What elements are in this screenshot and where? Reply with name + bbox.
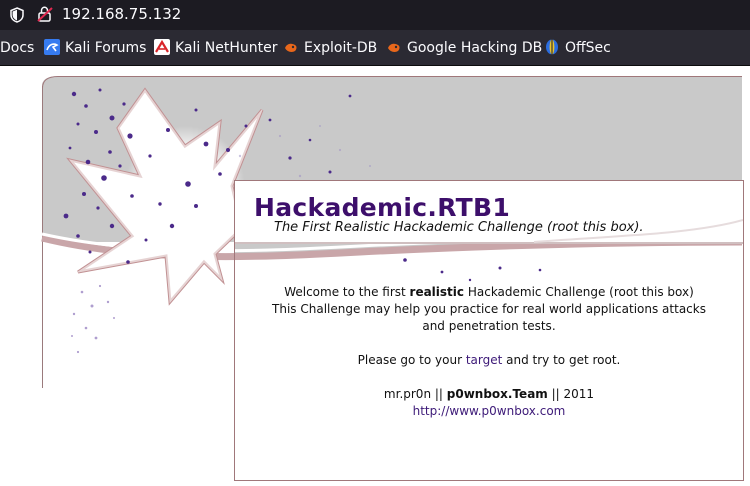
bookmark-docs[interactable]: Docs: [0, 39, 34, 57]
bookmark-kali-forums[interactable]: Kali Forums: [44, 39, 146, 57]
welcome-bold: realistic: [409, 285, 465, 299]
goto-prefix: Please go to your: [357, 353, 466, 367]
offsec-icon: [546, 39, 558, 55]
kali-icon: [44, 39, 60, 55]
target-link[interactable]: target: [466, 353, 503, 367]
goto-line: Please go to your target and try to get …: [236, 352, 742, 369]
page-subtitle: The First Realistic Hackademic Challenge…: [274, 220, 644, 235]
bookmark-kali-nethunter[interactable]: Kali NetHunter: [154, 39, 277, 57]
bookmarks-toolbar: Docs Kali Forums Kali NetHunter Exploit-…: [0, 30, 750, 66]
insecure-lock-icon[interactable]: [36, 5, 54, 23]
website-link[interactable]: http://www.p0wnbox.com: [413, 404, 566, 418]
website-line: http://www.p0wnbox.com: [236, 403, 742, 420]
bookmark-label: Kali NetHunter: [175, 40, 278, 56]
bookmark-label: Exploit-DB: [304, 40, 378, 56]
goto-suffix: and try to get root.: [502, 353, 621, 367]
credit-team: p0wnbox.Team: [446, 387, 548, 401]
bookmark-offsec[interactable]: OffSec: [544, 39, 611, 57]
nethunter-icon: [154, 39, 170, 55]
bookmark-google-hacking-db[interactable]: Google Hacking DB: [386, 39, 542, 57]
credit-line: mr.pr0n || p0wnbox.Team || 2011: [236, 386, 742, 403]
exploit-db-icon: [285, 43, 297, 52]
welcome-prefix: Welcome to the first: [284, 285, 410, 299]
browser-url-bar[interactable]: 192.168.75.132: [0, 0, 750, 30]
page-title: Hackademic.RTB1: [254, 193, 511, 222]
ghdb-icon: [388, 43, 400, 52]
shield-icon[interactable]: [8, 6, 26, 24]
bookmark-label: Kali Forums: [65, 40, 147, 56]
welcome-suffix: Hackademic Challenge (root this box): [464, 285, 694, 299]
bookmark-label: Docs: [0, 40, 35, 56]
web-page: Hackademic.RTB1 The First Realistic Hack…: [0, 66, 750, 486]
description-line: This Challenge may help you practice for…: [272, 302, 706, 333]
bookmark-label: OffSec: [565, 40, 611, 56]
content-text: Welcome to the first realistic Hackademi…: [236, 284, 742, 420]
bookmark-label: Google Hacking DB: [407, 40, 543, 56]
bookmark-exploit-db[interactable]: Exploit-DB: [283, 39, 377, 57]
credit-prefix: mr.pr0n ||: [383, 387, 447, 401]
url-text[interactable]: 192.168.75.132: [62, 5, 181, 23]
welcome-line: Welcome to the first realistic Hackademi…: [236, 284, 742, 301]
credit-suffix: || 2011: [547, 387, 595, 401]
